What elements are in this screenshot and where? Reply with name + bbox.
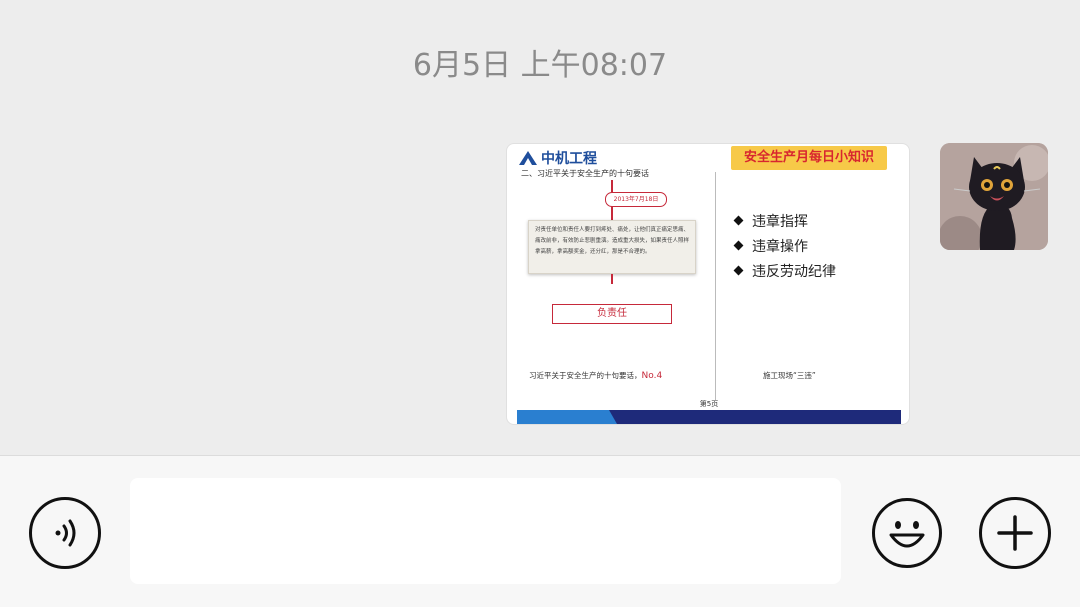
slide-page-number: 第5页 xyxy=(699,400,719,408)
slide-divider xyxy=(715,172,716,400)
message-input[interactable] xyxy=(130,478,841,584)
voice-button[interactable] xyxy=(29,497,101,569)
image-message[interactable]: 中机工程 二、习近平关于安全生产的十句要话 2013年7月18日 对责任单位和责… xyxy=(506,143,910,425)
timeline-line-top xyxy=(611,180,613,192)
bullet-item: 违章操作 xyxy=(733,233,836,258)
message-row: 中机工程 二、习近平关于安全生产的十句要话 2013年7月18日 对责任单位和责… xyxy=(506,143,1048,425)
plus-button[interactable] xyxy=(979,497,1051,569)
emoji-button[interactable] xyxy=(871,497,943,569)
slide-footer-accent xyxy=(517,410,617,424)
diamond-bullet-icon xyxy=(733,265,744,276)
bullet-text: 违章指挥 xyxy=(752,213,808,230)
bullet-list: 违章指挥 违章操作 违反劳动纪律 xyxy=(733,208,836,283)
slide-banner: 安全生产月每日小知识 xyxy=(731,146,887,170)
company-logo: 中机工程 xyxy=(519,148,597,168)
voice-icon xyxy=(55,519,76,547)
quote-box: 对责任单位和责任人要打到疼处、痛处，让他们真正痛定思痛、痛改前非，有效防止悲剧重… xyxy=(528,220,696,274)
timeline-date: 2013年7月18日 xyxy=(605,192,667,207)
timeline-line-bottom xyxy=(611,274,613,284)
banner-title: 安全生产月每日小知识 xyxy=(743,150,874,165)
slide-left-panel: 中机工程 二、习近平关于安全生产的十句要话 2013年7月18日 对责任单位和责… xyxy=(507,144,715,412)
emoji-icon xyxy=(872,498,942,568)
plus-icon xyxy=(997,515,1033,551)
diamond-bullet-icon xyxy=(733,240,744,251)
bullet-text: 违章操作 xyxy=(752,238,808,255)
responsibility-label: 负责任 xyxy=(552,304,672,324)
caption-left-text: 习近平关于安全生产的十句要话， xyxy=(529,371,642,380)
chat-timestamp: 6月5日 上午08:07 xyxy=(412,48,668,83)
diamond-bullet-icon xyxy=(733,215,744,226)
slide-right-panel: 安全生产月每日小知识 违章指挥 违章操作 违反劳动纪律 施工现场“三违” xyxy=(717,144,909,412)
slide-subtitle: 二、习近平关于安全生产的十句要话 xyxy=(521,169,649,178)
caption-left-number: No.4 xyxy=(641,371,663,381)
logo-text: 中机工程 xyxy=(541,151,597,167)
cat-avatar-icon xyxy=(940,143,1048,250)
slide-caption-right: 施工现场“三违” xyxy=(763,371,816,380)
bullet-item: 违反劳动纪律 xyxy=(733,258,836,283)
user-avatar[interactable] xyxy=(940,143,1048,250)
bullet-item: 违章指挥 xyxy=(733,208,836,233)
logo-mark-icon xyxy=(519,151,537,165)
bullet-text: 违反劳动纪律 xyxy=(752,263,836,280)
timeline-line-mid xyxy=(611,206,613,220)
slide-caption-left: 习近平关于安全生产的十句要话，No.4 xyxy=(529,370,662,381)
